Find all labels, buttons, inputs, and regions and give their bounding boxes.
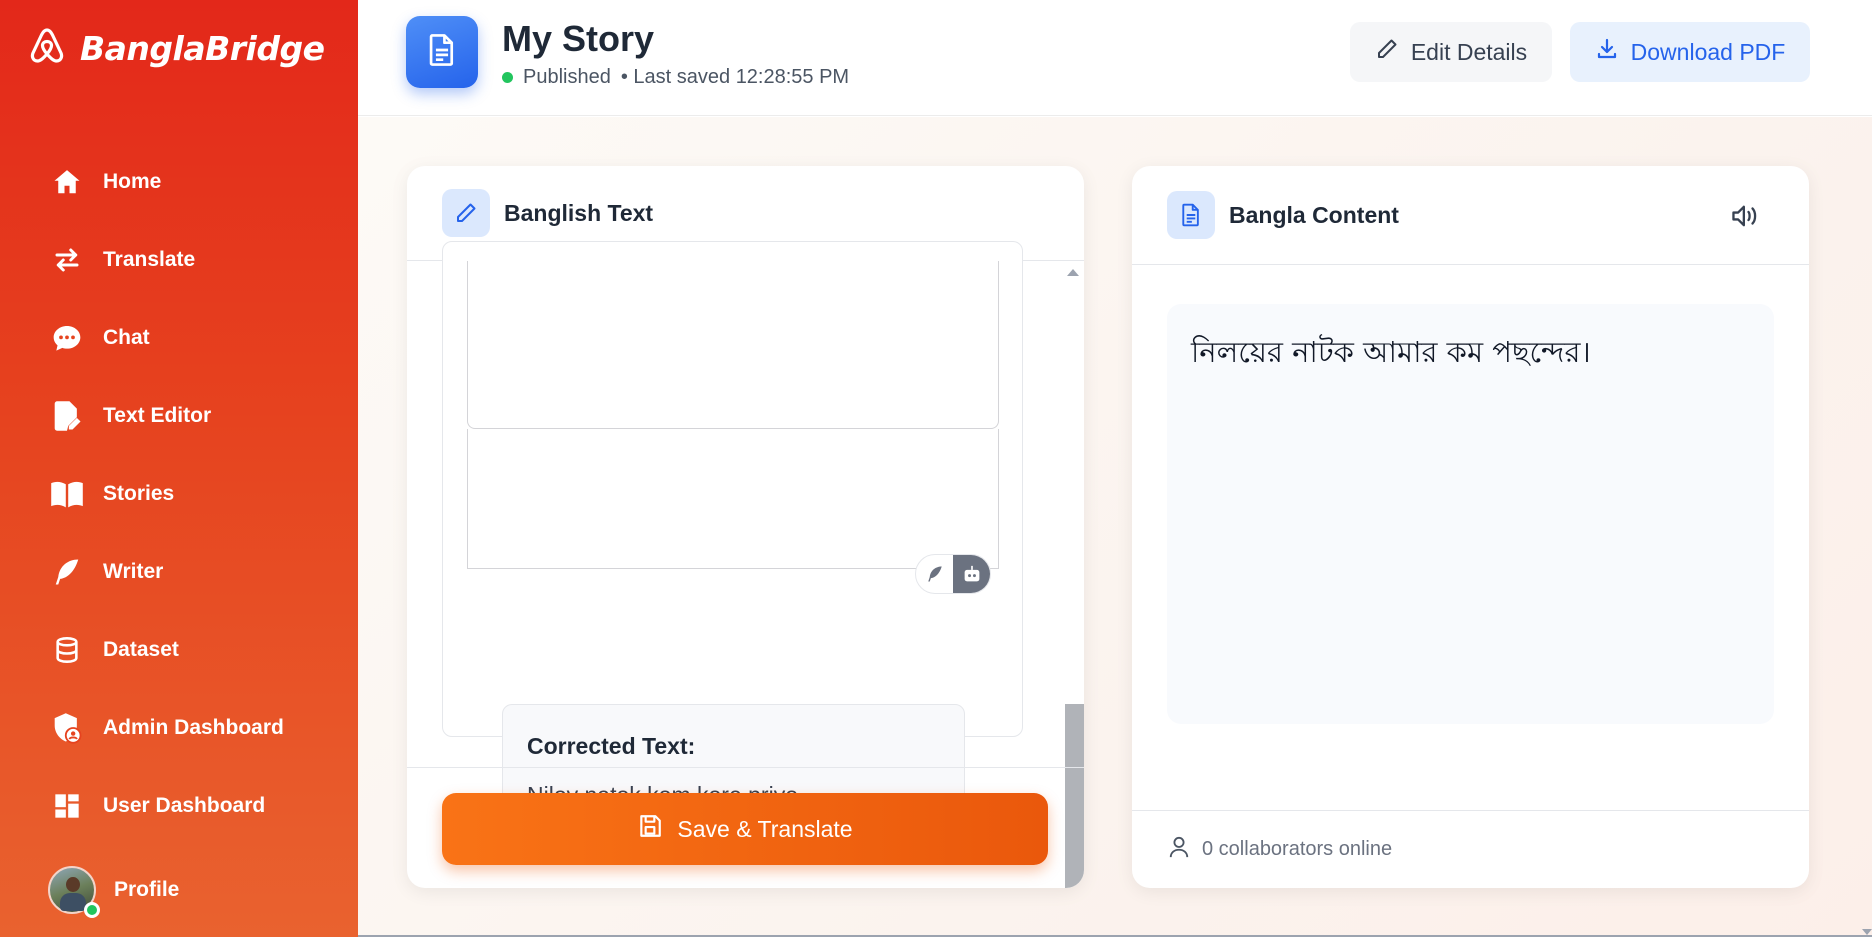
bangla-content-box: নিলয়ের নাটক আমার কম পছন্দের। xyxy=(1167,304,1774,724)
scrollbar-thumb[interactable] xyxy=(1065,704,1084,888)
feather-tool-icon[interactable] xyxy=(916,555,953,593)
collaborators-footer: 0 collaborators online xyxy=(1132,810,1809,888)
scroll-up-arrow-icon[interactable] xyxy=(1067,269,1079,276)
bangla-panel-header: Bangla Content xyxy=(1132,166,1809,265)
download-icon xyxy=(1595,37,1619,67)
speaker-icon[interactable] xyxy=(1729,200,1761,232)
pencil-icon xyxy=(442,189,490,237)
edit-document-icon xyxy=(50,399,84,433)
download-pdf-label: Download PDF xyxy=(1630,38,1786,65)
sidebar-item-label: Chat xyxy=(103,326,150,349)
book-icon xyxy=(50,477,84,511)
sidebar-item-translate[interactable]: Translate xyxy=(0,221,358,299)
sidebar-item-user-dashboard[interactable]: User Dashboard xyxy=(0,767,358,845)
save-translate-label: Save & Translate xyxy=(677,815,853,842)
shield-user-icon xyxy=(50,711,84,745)
sidebar-item-writer[interactable]: Writer xyxy=(0,533,358,611)
bangla-panel-title: Bangla Content xyxy=(1229,201,1399,228)
feather-icon xyxy=(50,555,84,589)
sidebar-item-label: Home xyxy=(103,170,162,193)
sidebar-item-label: Dataset xyxy=(103,638,179,661)
editor-tools xyxy=(915,554,991,594)
page-header: My Story Published • Last saved 12:28:55… xyxy=(358,0,1872,116)
save-icon xyxy=(637,813,663,845)
airbnb-logo-icon xyxy=(28,26,66,71)
bangla-content-text: নিলয়ের নাটক আমার কম পছন্দের। xyxy=(1191,335,1591,369)
sidebar-item-admin-dashboard[interactable]: Admin Dashboard xyxy=(0,689,358,767)
brand-logo[interactable]: BanglaBridge xyxy=(28,26,325,71)
document-badge xyxy=(406,16,478,88)
sidebar-item-label: Text Editor xyxy=(103,404,212,427)
sidebar-item-home[interactable]: Home xyxy=(0,143,358,221)
status-line: Published • Last saved 12:28:55 PM xyxy=(502,66,849,89)
dashboard-grid-icon xyxy=(50,789,84,823)
robot-icon[interactable] xyxy=(953,555,990,593)
sidebar-item-label: Writer xyxy=(103,560,164,583)
bangla-panel: Bangla Content নিলয়ের নাটক আমার কম পছন্… xyxy=(1132,166,1809,888)
sidebar-item-dataset[interactable]: Dataset xyxy=(0,611,358,689)
scrollbar[interactable] xyxy=(1062,261,1084,888)
brand-name: BanglaBridge xyxy=(80,29,325,68)
sidebar-nav: Home Translate Chat Text Editor Stories xyxy=(0,143,358,845)
download-pdf-button[interactable]: Download PDF xyxy=(1570,22,1810,82)
chat-bubble-icon xyxy=(50,321,84,355)
banglish-input-overflow[interactable] xyxy=(467,429,999,569)
sidebar-item-label: User Dashboard xyxy=(103,794,266,817)
sidebar-item-label: Stories xyxy=(103,482,175,505)
sidebar-item-stories[interactable]: Stories xyxy=(0,455,358,533)
online-status-dot xyxy=(84,902,100,918)
edit-details-button[interactable]: Edit Details xyxy=(1350,22,1552,82)
banglish-panel: Banglish Text Corrected Text: Niloy nato… xyxy=(407,166,1084,888)
sidebar-item-label: Profile xyxy=(114,878,180,901)
page-scroll-down-icon[interactable] xyxy=(1862,929,1872,935)
banglish-panel-title: Banglish Text xyxy=(504,199,654,226)
database-icon xyxy=(50,633,84,667)
last-saved-text: • Last saved 12:28:55 PM xyxy=(620,66,850,88)
status-badge: Published xyxy=(523,66,611,88)
pencil-icon xyxy=(1375,37,1399,67)
sidebar-item-text-editor[interactable]: Text Editor xyxy=(0,377,358,455)
corrected-text-title: Corrected Text: xyxy=(527,733,696,759)
banglish-input[interactable] xyxy=(467,261,999,429)
published-status-dot xyxy=(502,72,513,83)
sidebar-item-profile[interactable]: Profile xyxy=(48,866,180,918)
sidebar-item-label: Admin Dashboard xyxy=(103,716,284,739)
sidebar: BanglaBridge Home Translate Chat Text Ed… xyxy=(0,0,358,937)
document-icon xyxy=(427,33,457,72)
document-icon xyxy=(1167,191,1215,239)
sidebar-item-label: Translate xyxy=(103,248,196,271)
home-icon xyxy=(50,165,84,199)
save-translate-button[interactable]: Save & Translate xyxy=(442,793,1048,865)
page-title: My Story xyxy=(502,18,655,59)
user-icon xyxy=(1168,835,1190,865)
divider xyxy=(407,767,1084,768)
edit-details-label: Edit Details xyxy=(1410,38,1528,65)
collaborators-count: 0 collaborators online xyxy=(1202,838,1393,860)
sidebar-item-chat[interactable]: Chat xyxy=(0,299,358,377)
avatar xyxy=(48,866,100,918)
swap-arrows-icon xyxy=(50,243,84,277)
